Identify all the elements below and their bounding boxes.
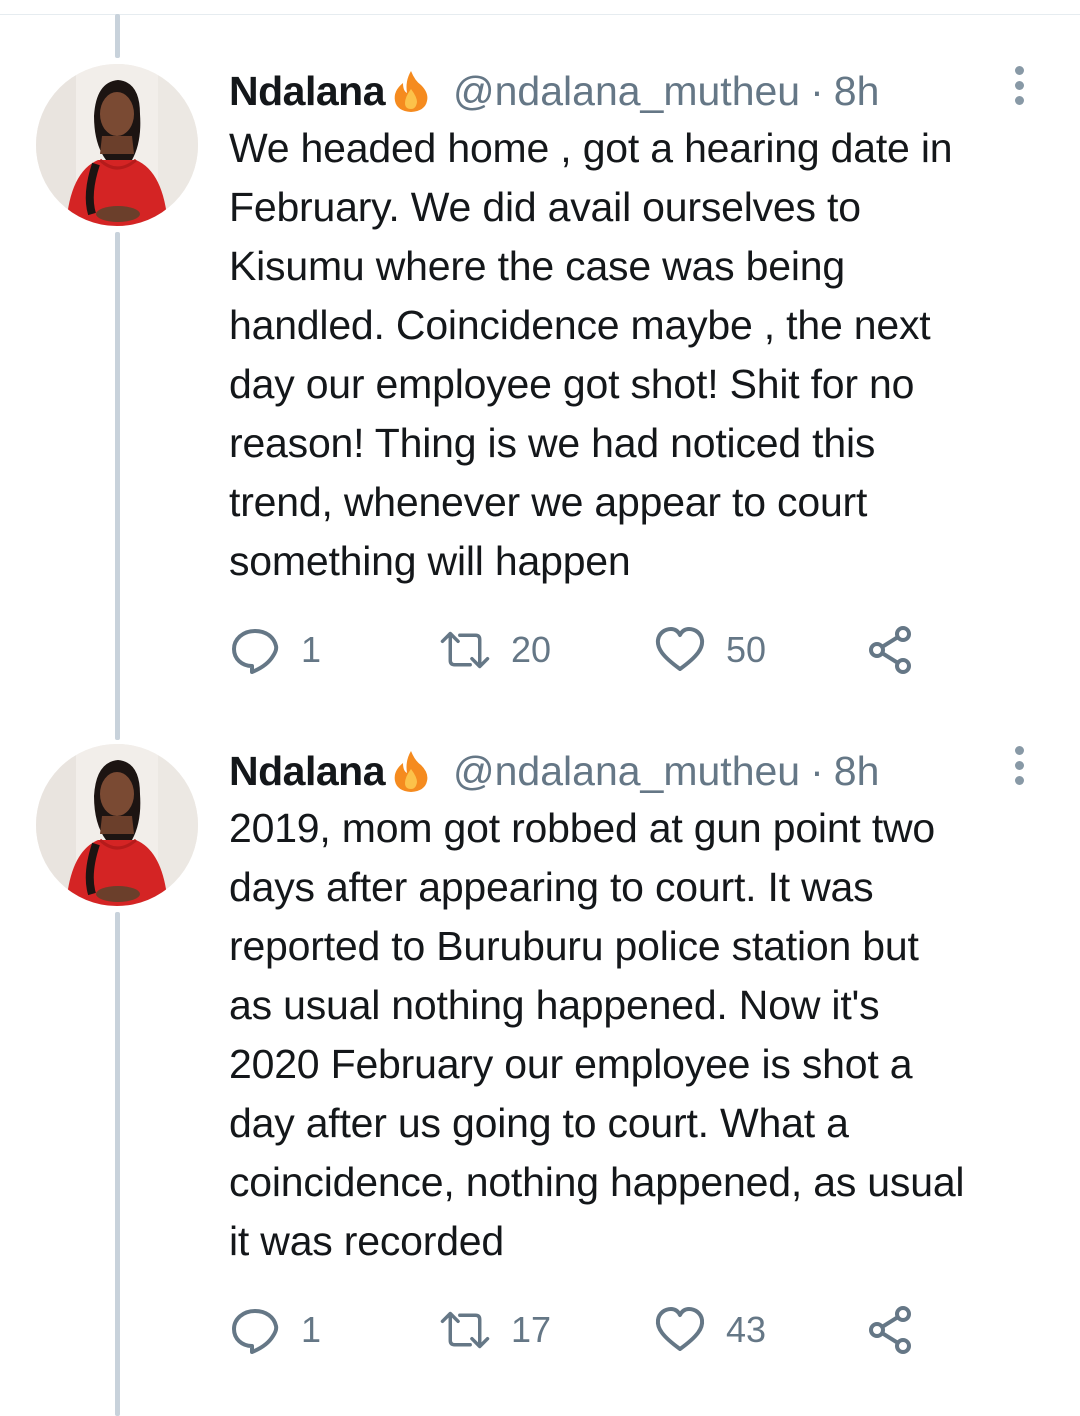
fire-icon	[391, 69, 431, 113]
avatar[interactable]	[36, 64, 198, 226]
author-name[interactable]: Ndalana	[229, 68, 386, 115]
more-vertical-icon[interactable]	[1004, 740, 1034, 790]
tweet-header: Ndalana @ndalana_mutheu · 8h	[229, 746, 879, 796]
avatar[interactable]	[36, 744, 198, 906]
action-bar: 1 20 50	[229, 620, 949, 680]
author-handle[interactable]: @ndalana_mutheu	[453, 68, 800, 115]
retweet-button[interactable]: 17	[439, 1300, 551, 1360]
author-name[interactable]: Ndalana	[229, 748, 386, 795]
author-handle[interactable]: @ndalana_mutheu	[453, 748, 800, 795]
reply-icon	[229, 624, 281, 676]
tweet-text: 2019, mom got robbed at gun point two da…	[229, 805, 965, 1264]
heart-icon	[654, 624, 706, 676]
reply-button[interactable]: 1	[229, 1300, 321, 1360]
thread-line	[115, 912, 120, 1416]
share-icon	[865, 1304, 917, 1356]
share-button[interactable]	[865, 1300, 917, 1360]
retweet-count: 17	[511, 1309, 552, 1350]
action-bar: 1 17 43	[229, 1300, 949, 1360]
like-button[interactable]: 43	[654, 1300, 766, 1360]
tweet[interactable]: Ndalana @ndalana_mutheu · 8h We headed h…	[0, 0, 1080, 700]
share-button[interactable]	[865, 620, 917, 680]
reply-icon	[229, 1304, 281, 1356]
share-icon	[865, 624, 917, 676]
separator-dot: ·	[810, 67, 824, 114]
fire-icon	[391, 749, 431, 793]
reply-button[interactable]: 1	[229, 620, 321, 680]
reply-count: 1	[301, 1309, 322, 1350]
like-button[interactable]: 50	[654, 620, 766, 680]
retweet-icon	[439, 624, 491, 676]
retweet-count: 20	[511, 629, 552, 670]
like-count: 43	[726, 1309, 767, 1350]
timestamp[interactable]: 8h	[834, 748, 880, 795]
retweet-icon	[439, 1304, 491, 1356]
retweet-button[interactable]: 20	[439, 620, 551, 680]
more-vertical-icon[interactable]	[1004, 60, 1034, 110]
timestamp[interactable]: 8h	[834, 68, 880, 115]
tweet-header: Ndalana @ndalana_mutheu · 8h	[229, 66, 879, 116]
separator-dot: ·	[810, 747, 824, 794]
like-count: 50	[726, 629, 767, 670]
tweet-text: We headed home , got a hearing date in F…	[229, 125, 953, 584]
reply-count: 1	[301, 629, 322, 670]
heart-icon	[654, 1304, 706, 1356]
